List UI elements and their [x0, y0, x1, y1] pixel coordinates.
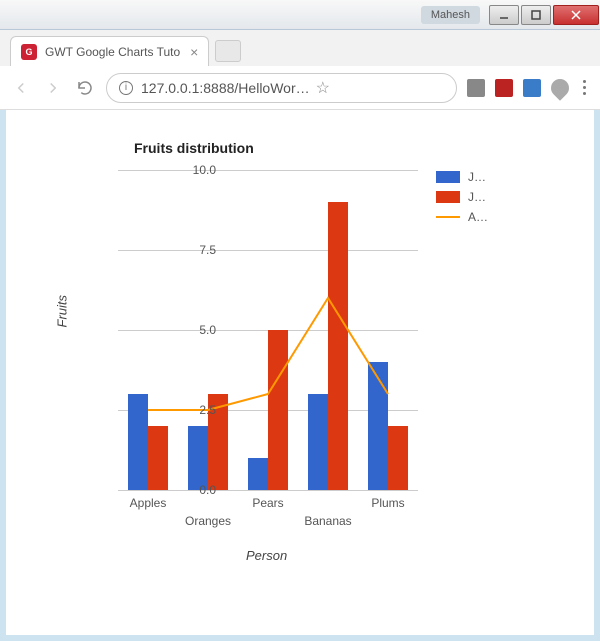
site-info-icon[interactable]: i	[119, 81, 133, 95]
legend: J… J… A…	[436, 170, 516, 230]
extension-icon[interactable]	[547, 75, 572, 100]
legend-label: J…	[468, 170, 486, 184]
menu-button[interactable]	[579, 80, 590, 95]
y-tick-label: 5.0	[199, 323, 216, 337]
x-axis-label: Person	[246, 548, 287, 563]
tab-title: GWT Google Charts Tuto	[45, 45, 180, 59]
x-tick-label: Plums	[353, 496, 423, 510]
address-bar: i 127.0.0.1:8888/HelloWor… ☆	[0, 66, 600, 110]
y-tick-label: 0.0	[199, 483, 216, 497]
x-tick-label: Bananas	[293, 514, 363, 528]
back-button[interactable]	[10, 77, 32, 99]
favicon-icon: G	[21, 44, 37, 60]
close-button[interactable]	[553, 5, 599, 25]
legend-swatch-icon	[436, 171, 460, 183]
x-tick-label: Pears	[233, 496, 303, 510]
extension-icon[interactable]	[495, 79, 513, 97]
gridline	[118, 490, 418, 491]
forward-button[interactable]	[42, 77, 64, 99]
legend-item[interactable]: J…	[436, 170, 516, 184]
legend-label: J…	[468, 190, 486, 204]
bar[interactable]	[308, 394, 328, 490]
y-tick-label: 2.5	[199, 403, 216, 417]
y-tick-label: 7.5	[199, 243, 216, 257]
bar[interactable]	[328, 202, 348, 490]
bar[interactable]	[268, 330, 288, 490]
plot-area	[118, 170, 418, 490]
x-tick-label: Oranges	[173, 514, 243, 528]
bar[interactable]	[148, 426, 168, 490]
legend-line-icon	[436, 211, 460, 223]
browser-tab[interactable]: G GWT Google Charts Tuto ×	[10, 36, 209, 66]
minimize-button[interactable]	[489, 5, 519, 25]
window-titlebar: Mahesh	[0, 0, 600, 30]
bar[interactable]	[188, 426, 208, 490]
legend-item[interactable]: J…	[436, 190, 516, 204]
user-badge: Mahesh	[421, 6, 480, 24]
legend-label: A…	[468, 210, 488, 224]
legend-item[interactable]: A…	[436, 210, 516, 224]
bar[interactable]	[248, 458, 268, 490]
tab-close-icon[interactable]: ×	[190, 44, 198, 60]
extension-icon[interactable]	[523, 79, 541, 97]
new-tab-button[interactable]	[215, 40, 241, 62]
maximize-button[interactable]	[521, 5, 551, 25]
gridline	[118, 170, 418, 171]
chart-title: Fruits distribution	[134, 140, 254, 156]
x-tick-label: Apples	[113, 496, 183, 510]
url-field[interactable]: i 127.0.0.1:8888/HelloWor… ☆	[106, 73, 457, 103]
bar[interactable]	[128, 394, 148, 490]
tab-bar: G GWT Google Charts Tuto ×	[0, 30, 600, 66]
page-content: Fruits distribution Fruits Person 0.0 2.5…	[6, 110, 594, 635]
chart: Fruits distribution Fruits Person 0.0 2.5…	[46, 140, 526, 580]
y-axis-label: Fruits	[55, 295, 70, 328]
gridline	[118, 250, 418, 251]
reload-button[interactable]	[74, 77, 96, 99]
extension-icon[interactable]	[467, 79, 485, 97]
legend-swatch-icon	[436, 191, 460, 203]
url-text: 127.0.0.1:8888/HelloWor…	[141, 80, 310, 96]
bookmark-star-icon[interactable]: ☆	[316, 78, 330, 98]
y-tick-label: 10.0	[193, 163, 216, 177]
bar[interactable]	[388, 426, 408, 490]
bar[interactable]	[368, 362, 388, 490]
